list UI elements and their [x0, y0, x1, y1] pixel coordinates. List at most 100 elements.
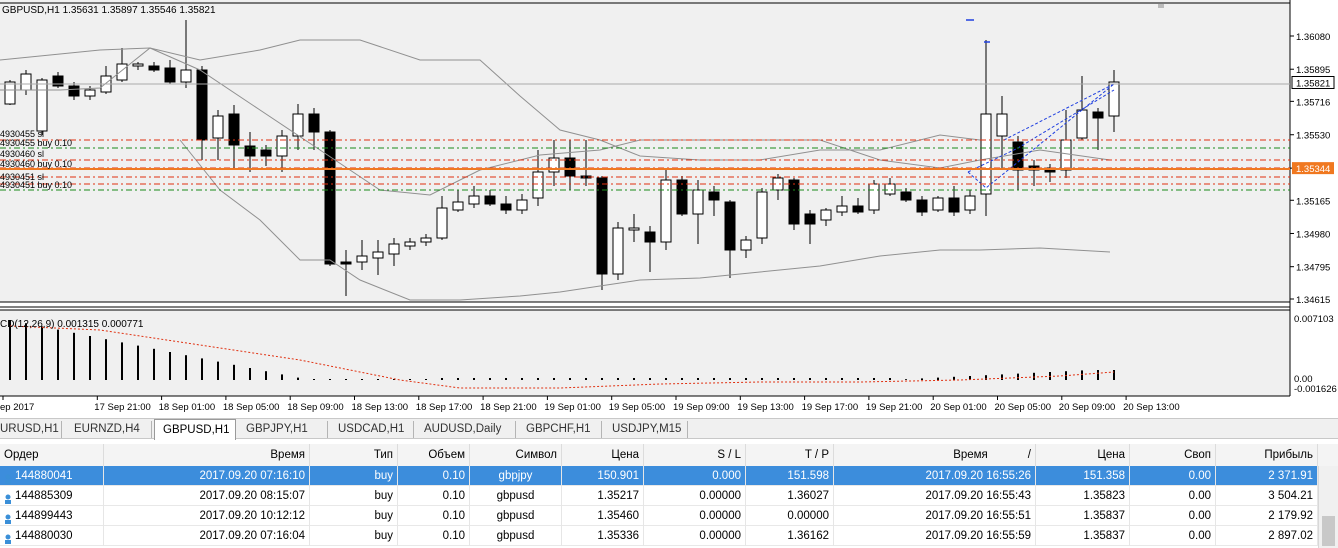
- table-cell: 0.00000: [746, 506, 834, 526]
- order-price-label: 1.35344: [1296, 164, 1330, 175]
- column-header[interactable]: Своп: [1130, 444, 1216, 466]
- candle: [196, 69, 208, 141]
- price-chart[interactable]: 4930455 sl4930455 buy 0.104930460 sl4930…: [0, 0, 1338, 418]
- table-cell: 1.35837: [1036, 506, 1130, 526]
- tab-audusd-daily[interactable]: AUDUSD,Daily: [416, 421, 516, 438]
- column-header[interactable]: S / L: [644, 444, 746, 466]
- price-level-label: 1.34980: [1296, 229, 1330, 240]
- tab-usdjpy-m15[interactable]: USDJPY,M15: [604, 421, 688, 438]
- order-label: 4930460 sl: [0, 149, 44, 159]
- table-header: Ордер Время Тип Объем Символ Цена S / LT / P Вр…: [0, 444, 1338, 467]
- candle: [404, 241, 416, 247]
- table-cell: buy: [310, 526, 398, 546]
- table-cell: 2017.09.20 07:16:10: [104, 466, 310, 486]
- price-level-label: 1.35716: [1296, 97, 1330, 108]
- table-cell: gbpjpy: [470, 466, 562, 486]
- tab-gbpusd-h1[interactable]: GBPUSD,H1: [154, 419, 236, 440]
- table-cell: gbpusd: [470, 486, 562, 506]
- candle: [804, 213, 816, 225]
- table-cell: 0.10: [398, 466, 470, 486]
- table-row[interactable]: 144899443 2017.09.20 10:12:12 buy 0.10 gbpus…: [0, 506, 1318, 526]
- order-label: 4930455 buy 0.10: [0, 138, 72, 148]
- order-icon: [4, 491, 12, 504]
- order-icon: [4, 531, 12, 544]
- candle: [740, 239, 752, 251]
- table-row[interactable]: 144880041 2017.09.20 07:16:10 buy 0.10 gbpjp…: [0, 466, 1318, 486]
- table-row[interactable]: 144885309 2017.09.20 08:15:07 buy 0.10 gbpus…: [0, 486, 1318, 506]
- table-row[interactable]: 144880030 2017.09.20 07:16:04 buy 0.10 gbpus…: [0, 526, 1318, 546]
- table-cell: 144885309: [0, 486, 104, 506]
- candle: [532, 171, 544, 199]
- column-header[interactable]: Время: [104, 444, 310, 466]
- candle: [964, 195, 976, 211]
- table-cell: 0.10: [398, 506, 470, 526]
- column-header[interactable]: Прибыль: [1216, 444, 1318, 466]
- table-cell: 1.36162: [746, 526, 834, 546]
- candle: [708, 191, 720, 201]
- time-label: 18 Sep 13:00: [352, 402, 409, 413]
- column-header[interactable]: T / P: [746, 444, 834, 466]
- table-cell: 1.35837: [1036, 526, 1130, 546]
- column-header[interactable]: Тип: [310, 444, 398, 466]
- candle: [564, 157, 576, 177]
- candle: [916, 199, 928, 213]
- column-header[interactable]: Ордер: [0, 444, 104, 466]
- tab-urusd-h1[interactable]: URUSD,H1: [0, 421, 62, 438]
- candle: [852, 205, 864, 213]
- table-cell: 150.901: [562, 466, 644, 486]
- candle: [596, 177, 608, 275]
- tab-usdcad-h1[interactable]: USDCAD,H1: [330, 421, 414, 438]
- time-label: 18 Sep 09:00: [287, 402, 344, 413]
- time-label: 19 Sep 17:00: [802, 402, 859, 413]
- order-label: 4930460 buy 0.10: [0, 159, 72, 169]
- table-cell: 0.00000: [644, 506, 746, 526]
- time-label: 18 Sep 17:00: [416, 402, 473, 413]
- column-header[interactable]: Объем: [398, 444, 470, 466]
- column-header[interactable]: Символ: [470, 444, 562, 466]
- sort-indicator: /: [1027, 449, 1031, 461]
- column-header[interactable]: Время /: [834, 444, 1036, 466]
- candle: [996, 113, 1008, 137]
- price-level-label: 1.35530: [1296, 131, 1330, 142]
- candle: [340, 261, 352, 265]
- table-cell: 2017.09.20 08:15:07: [104, 486, 310, 506]
- table-cell: 144880041: [0, 466, 104, 486]
- scrollbar-thumb[interactable]: [1322, 516, 1335, 546]
- price-level-label: 1.36080: [1296, 32, 1330, 43]
- macd-area[interactable]: [0, 310, 1290, 396]
- candle: [36, 79, 48, 132]
- table-cell: 2017.09.20 16:55:59: [834, 526, 1036, 546]
- table-cell: 1.35217: [562, 486, 644, 506]
- table-cell: 2017.09.20 16:55:51: [834, 506, 1036, 526]
- tab-gbpjpy-h1[interactable]: GBPJPY,H1: [238, 421, 328, 438]
- time-axis: ep 2017 17 Sep 21:00 18 Sep 01:00 18 Sep 05…: [0, 396, 1180, 413]
- candle: [116, 63, 128, 81]
- table-cell: 144899443: [0, 506, 104, 526]
- table-cell: buy: [310, 466, 398, 486]
- candle: [644, 231, 656, 243]
- table-cell: 2017.09.20 16:55:43: [834, 486, 1036, 506]
- chart-shift-icon[interactable]: [1158, 4, 1164, 8]
- tab-gbpchf-h1[interactable]: GBPCHF,H1: [518, 421, 602, 438]
- column-header[interactable]: Цена: [1036, 444, 1130, 466]
- table-cell: 0.00: [1130, 526, 1216, 546]
- order-icon: [4, 471, 12, 484]
- time-label: 17 Sep 21:00: [94, 402, 151, 413]
- tab-eurnzd-h4[interactable]: EURNZD,H4: [66, 421, 152, 438]
- candle: [1092, 111, 1104, 119]
- candle: [164, 67, 176, 83]
- price-level-label: 1.35895: [1296, 65, 1330, 76]
- time-label: 20 Sep 09:00: [1059, 402, 1116, 413]
- candle: [820, 209, 832, 221]
- candle: [308, 113, 320, 133]
- main-chart-area[interactable]: [0, 0, 1290, 302]
- candle: [932, 197, 944, 211]
- table-cell: 0.00: [1130, 466, 1216, 486]
- column-header[interactable]: Цена: [562, 444, 644, 466]
- price-level-label: 1.34795: [1296, 263, 1330, 274]
- table-cell: 0.00: [1130, 506, 1216, 526]
- candle: [388, 243, 400, 255]
- table-cell: 2017.09.20 07:16:04: [104, 526, 310, 546]
- candle: [884, 183, 896, 195]
- table-scrollbar[interactable]: [1318, 466, 1338, 548]
